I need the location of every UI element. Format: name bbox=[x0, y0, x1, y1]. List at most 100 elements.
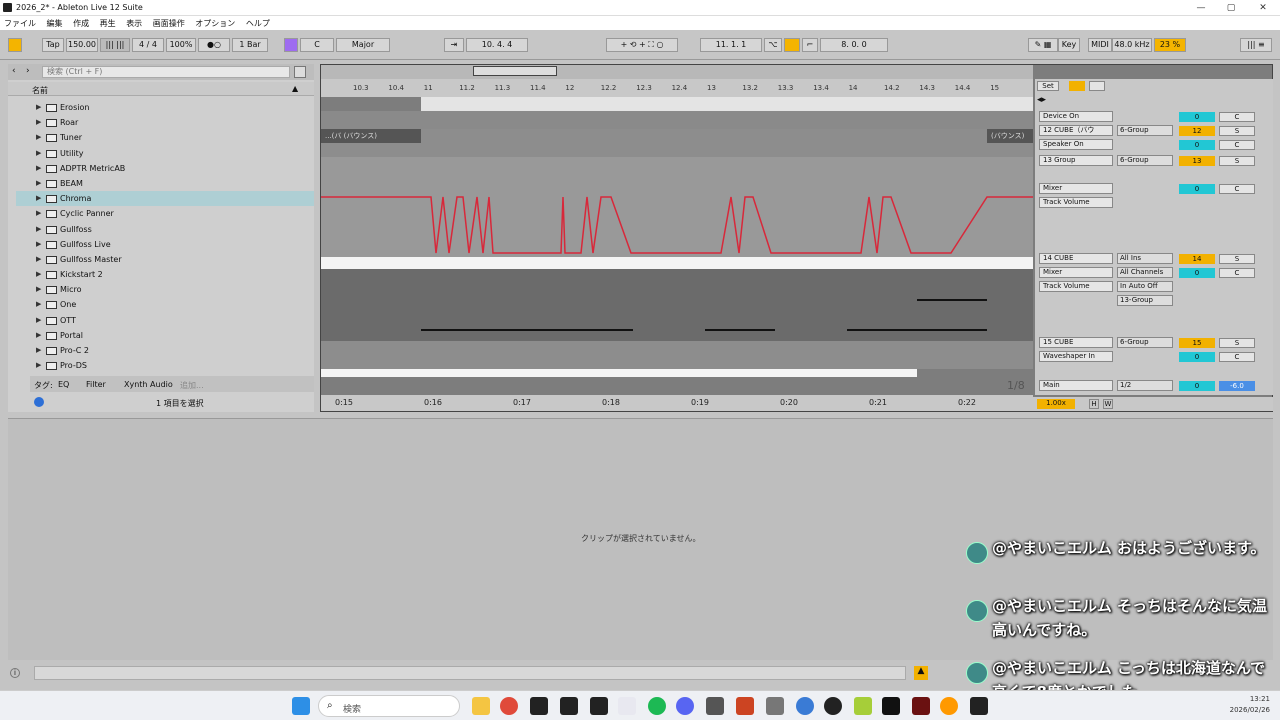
minimize-button[interactable]: — bbox=[1190, 1, 1212, 15]
app-icon[interactable] bbox=[736, 697, 754, 715]
signature-field[interactable]: 4 / 4 bbox=[132, 38, 164, 52]
solo-button[interactable]: S bbox=[1219, 156, 1255, 166]
expand-icon[interactable]: ▶ bbox=[36, 328, 41, 343]
menu-options[interactable]: オプション bbox=[195, 18, 235, 29]
punch-in-icon[interactable]: ⌥ bbox=[764, 38, 782, 52]
track-volume[interactable]: 0 bbox=[1179, 268, 1215, 278]
expand-icon[interactable]: ▶ bbox=[36, 237, 41, 252]
nav-arrows-icon[interactable]: ◂▸ bbox=[1037, 95, 1046, 105]
clock-date[interactable]: 2026/02/26 bbox=[1220, 706, 1270, 714]
list-item[interactable]: ▶ BEAM bbox=[16, 176, 314, 191]
track-name[interactable]: 15 CUBE bbox=[1039, 337, 1113, 348]
tag-chip[interactable]: EQ bbox=[58, 380, 69, 389]
menu-view[interactable]: 表示 bbox=[126, 18, 142, 29]
info-toggle-icon[interactable]: i bbox=[10, 668, 20, 678]
crossfade-button[interactable]: C bbox=[1219, 112, 1255, 122]
main-level[interactable]: -6.0 bbox=[1219, 381, 1255, 391]
time-ruler[interactable]: 0:15 0:16 0:17 0:18 0:19 0:20 0:21 0:22 bbox=[321, 395, 1033, 411]
expand-icon[interactable]: ▶ bbox=[36, 130, 41, 145]
close-button[interactable]: ✕ bbox=[1252, 1, 1274, 15]
zoom-field[interactable]: 100% bbox=[166, 38, 196, 52]
track-name[interactable]: Mixer bbox=[1039, 183, 1113, 194]
list-item-selected[interactable]: ▶ Chroma bbox=[16, 191, 314, 207]
forward-icon[interactable]: › bbox=[26, 66, 30, 76]
crossfade-button[interactable]: C bbox=[1219, 140, 1255, 150]
solo-button[interactable]: S bbox=[1219, 338, 1255, 348]
loop-brace[interactable] bbox=[421, 97, 1033, 111]
app-icon[interactable] bbox=[940, 697, 958, 715]
tag-chip[interactable]: Xynth Audio bbox=[124, 380, 173, 389]
app-icon[interactable] bbox=[706, 697, 724, 715]
track-14-automation-lane[interactable] bbox=[321, 269, 1033, 341]
expand-icon[interactable]: ▶ bbox=[36, 267, 41, 282]
main-output-select[interactable]: 1/2 bbox=[1117, 380, 1173, 391]
expand-icon[interactable]: ▶ bbox=[36, 222, 41, 237]
key-map-button[interactable]: Key bbox=[1058, 38, 1080, 52]
app-icon[interactable] bbox=[796, 697, 814, 715]
tempo-field[interactable]: 150.00 bbox=[66, 38, 98, 52]
filter-icon[interactable] bbox=[294, 66, 306, 78]
scale-mode-icon[interactable] bbox=[284, 38, 298, 52]
solo-button[interactable]: S bbox=[1219, 126, 1255, 136]
obs-icon[interactable] bbox=[824, 697, 842, 715]
loop-length-field[interactable]: 8. 0. 0 bbox=[820, 38, 888, 52]
track-name[interactable]: Waveshaper In bbox=[1039, 351, 1113, 362]
overview-viewport[interactable] bbox=[473, 66, 557, 76]
punch-out-icon[interactable]: ⌐ bbox=[802, 38, 818, 52]
clip-title[interactable]: (バウンス) bbox=[987, 129, 1033, 143]
tap-button[interactable]: Tap bbox=[42, 38, 64, 52]
track-15-lane[interactable] bbox=[321, 341, 1033, 369]
clip-title[interactable]: ...(バ (バウンス) bbox=[321, 129, 421, 143]
expand-icon[interactable]: ▶ bbox=[36, 115, 41, 130]
expand-icon[interactable]: ▶ bbox=[36, 358, 41, 373]
spotify-icon[interactable] bbox=[648, 697, 666, 715]
list-item[interactable]: ▶ Cyclic Panner bbox=[16, 206, 314, 221]
scale-select[interactable]: Major bbox=[336, 38, 390, 52]
track-name[interactable]: Device On bbox=[1039, 111, 1113, 122]
crossfade-button[interactable]: C bbox=[1219, 352, 1255, 362]
loop-icon[interactable] bbox=[784, 38, 800, 52]
discord-icon[interactable] bbox=[676, 697, 694, 715]
expand-icon[interactable]: ▶ bbox=[36, 206, 41, 221]
name-column-header[interactable]: 名前 bbox=[32, 85, 48, 96]
back-icon[interactable]: ‹ bbox=[12, 66, 16, 76]
track-name[interactable]: Track Volume bbox=[1039, 281, 1113, 292]
track-volume[interactable]: 0 bbox=[1179, 184, 1215, 194]
ableton-icon[interactable] bbox=[560, 697, 578, 715]
track-16-clip[interactable] bbox=[321, 369, 917, 377]
start-icon[interactable] bbox=[292, 697, 310, 715]
expand-icon[interactable]: ▶ bbox=[36, 161, 41, 176]
tag-chip[interactable]: Filter bbox=[86, 380, 106, 389]
menu-file[interactable]: ファイル bbox=[4, 18, 36, 29]
expand-icon[interactable]: ▶ bbox=[36, 191, 41, 206]
sort-icon[interactable]: ▲ bbox=[292, 84, 298, 93]
draw-mode-icon[interactable]: ✎ ▦ bbox=[1028, 38, 1058, 52]
list-item[interactable]: ▶ Gullfoss Live bbox=[16, 237, 314, 252]
taskbar-search[interactable]: ⌕ 検索 bbox=[318, 695, 460, 717]
list-item[interactable]: ▶ OTT bbox=[16, 313, 314, 328]
menu-navigate[interactable]: 画面操作 bbox=[153, 18, 185, 29]
record-mode-icon[interactable]: ●○ bbox=[198, 38, 230, 52]
list-item[interactable]: ▶ ADPTR MetricAB bbox=[16, 161, 314, 176]
list-item[interactable]: ▶ Utility bbox=[16, 146, 314, 161]
metronome-icon[interactable]: ||| ||| bbox=[100, 38, 130, 52]
h-toggle-icon[interactable]: H bbox=[1089, 399, 1099, 409]
crossfade-button[interactable]: C bbox=[1219, 268, 1255, 278]
automation-segment[interactable] bbox=[847, 329, 987, 331]
route-select[interactable]: All Ins bbox=[1117, 253, 1173, 264]
route-select[interactable]: 13-Group bbox=[1117, 295, 1173, 306]
chrome-icon[interactable] bbox=[500, 697, 518, 715]
track-13-automation-lane[interactable] bbox=[321, 157, 1033, 257]
loop-start-field[interactable]: 11. 1. 1 bbox=[700, 38, 762, 52]
route-select[interactable]: In Auto Off bbox=[1117, 281, 1173, 292]
track-12-lane[interactable]: ...(バ (バウンス) (バウンス) bbox=[321, 129, 1033, 157]
clock-time[interactable]: 13:21 bbox=[1236, 695, 1270, 703]
expand-icon[interactable]: ▶ bbox=[36, 282, 41, 297]
list-item[interactable]: ▶ Kickstart 2 bbox=[16, 267, 314, 282]
list-item[interactable]: ▶ Erosion bbox=[16, 100, 314, 115]
automation-segment[interactable] bbox=[421, 329, 633, 331]
browser-search-input[interactable]: 検索 (Ctrl + F) bbox=[42, 66, 290, 78]
expand-icon[interactable]: ▶ bbox=[36, 146, 41, 161]
device-on-lane[interactable] bbox=[321, 111, 1033, 129]
track-number[interactable]: 15 bbox=[1179, 338, 1215, 348]
